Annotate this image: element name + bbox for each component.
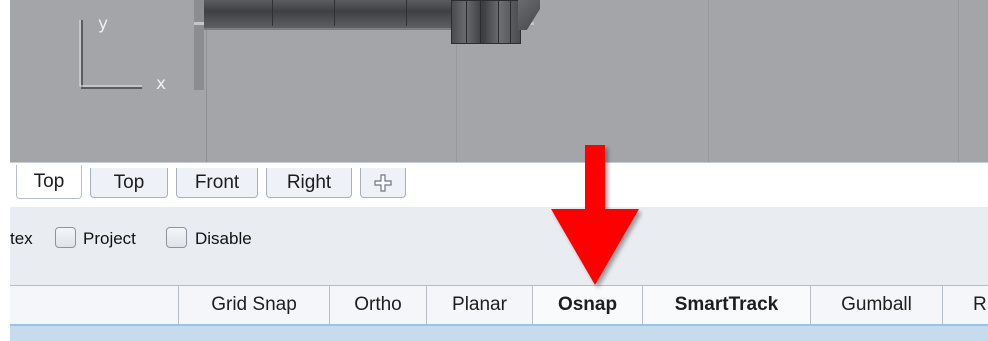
grid-snap-label: Grid Snap — [211, 294, 297, 315]
project-label: Project — [83, 229, 136, 248]
status-coordinates-pane — [10, 286, 178, 324]
tab-label: Front — [194, 171, 240, 193]
model-tip — [518, 0, 540, 30]
record-history-toggle[interactable]: R — [942, 286, 988, 324]
vertex-partial-label: tex — [10, 229, 33, 248]
window-bottom-edge — [10, 324, 988, 341]
grid-line — [708, 0, 709, 162]
tab-top[interactable]: Top — [90, 168, 168, 198]
osnap-toggle[interactable]: Osnap — [532, 286, 642, 324]
grid-snap-toggle[interactable]: Grid Snap — [178, 286, 329, 324]
model-edge — [194, 0, 204, 90]
smarttrack-label: SmartTrack — [674, 294, 779, 315]
tab-label: Top — [113, 171, 145, 193]
gumball-label: Gumball — [841, 294, 912, 315]
red-down-arrow-icon — [551, 145, 639, 285]
tab-label: Top — [33, 170, 65, 192]
model-shaft — [204, 0, 460, 30]
gumball-toggle[interactable]: Gumball — [810, 286, 942, 324]
planar-toggle[interactable]: Planar — [426, 286, 532, 324]
axis-y-label: y — [98, 14, 109, 34]
tab-right[interactable]: Right — [266, 168, 352, 198]
plus-outline-icon — [374, 173, 392, 192]
model-nut — [451, 0, 521, 44]
project-checkbox[interactable] — [55, 227, 76, 248]
smarttrack-toggle[interactable]: SmartTrack — [642, 286, 810, 324]
tab-front[interactable]: Front — [176, 168, 258, 198]
ortho-toggle[interactable]: Ortho — [329, 286, 426, 324]
axis-x-label: x — [156, 74, 167, 94]
disable-checkbox[interactable] — [166, 227, 187, 248]
viewport-tabs: Top Top Front Right — [10, 162, 988, 207]
osnap-options-row: tex Project Disable — [10, 222, 410, 256]
top-viewport[interactable]: y x — [10, 0, 988, 162]
grid-line — [958, 0, 959, 162]
disable-label: Disable — [195, 229, 252, 248]
record-history-label: R — [973, 294, 987, 315]
add-viewport-tab-button[interactable] — [360, 168, 406, 198]
status-bar: Grid Snap Ortho Planar Osnap SmartTrack … — [10, 286, 988, 324]
tab-label: Right — [286, 171, 332, 193]
ortho-label: Ortho — [354, 294, 402, 315]
osnap-label: Osnap — [557, 294, 618, 315]
tab-top-active[interactable]: Top — [16, 165, 82, 199]
planar-label: Planar — [452, 294, 507, 315]
rhino-window: y x Top Top Front Right tex Project Disa… — [10, 0, 988, 341]
world-axes-icon: y x — [72, 14, 182, 94]
